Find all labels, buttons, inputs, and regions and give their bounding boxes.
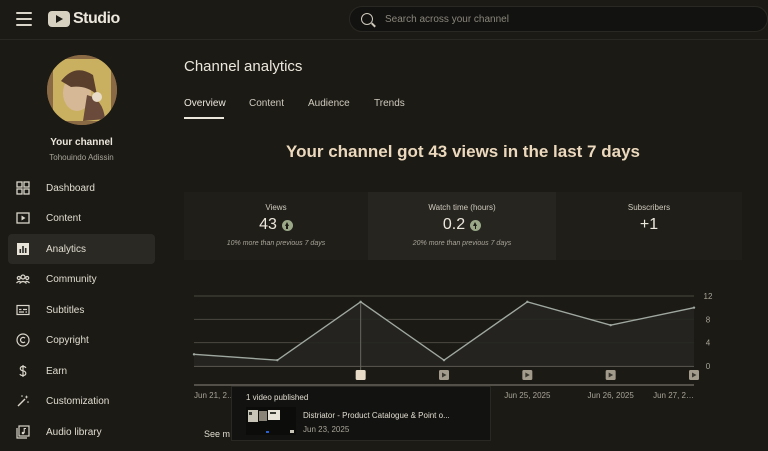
sidebar-item-label: Dashboard xyxy=(46,182,95,194)
metric-label: Watch time (hours) xyxy=(428,203,496,212)
metric-value-row: 0.2 xyxy=(368,216,556,234)
sidebar-item-customization[interactable]: Customization xyxy=(8,386,155,416)
search-input[interactable] xyxy=(385,10,745,28)
sidebar-item-label: Audio library xyxy=(46,426,102,438)
data-point xyxy=(526,300,529,304)
metric-label: Subscribers xyxy=(627,203,671,212)
sidebar-item-copyright[interactable]: Copyright xyxy=(8,325,155,355)
sidebar-item-label: Subtitles xyxy=(46,304,85,316)
sidebar-item-earn[interactable]: Earn xyxy=(8,356,155,386)
copyright-icon xyxy=(16,333,30,347)
sidebar-item-label: Earn xyxy=(46,365,68,377)
x-tick-label: Jun 27, 2… xyxy=(653,391,694,400)
x-tick-label: Jun 26, 2025 xyxy=(588,391,635,400)
channel-avatar[interactable] xyxy=(47,55,117,125)
sidebar-item-label: Copyright xyxy=(46,334,89,346)
video-title[interactable]: Distriator - Product Catalogue & Point o… xyxy=(303,411,450,420)
tab-overview[interactable]: Overview xyxy=(184,98,226,109)
top-bar: Studio xyxy=(0,0,768,40)
metric-subscribers[interactable]: Subscribers +1 xyxy=(556,192,742,260)
summary-headline: Your channel got 43 views in the last 7 … xyxy=(286,142,640,161)
video-thumbnail[interactable] xyxy=(246,407,296,435)
metric-value: +1 xyxy=(639,216,659,233)
tab-audience[interactable]: Audience xyxy=(308,98,350,109)
x-tick-label: Jun 21, 2… xyxy=(194,391,235,400)
y-tick-label: 8 xyxy=(706,315,711,324)
studio-logo[interactable]: Studio xyxy=(48,10,120,28)
sidebar-item-label: Community xyxy=(46,273,97,285)
sidebar-item-subtitles[interactable]: Subtitles xyxy=(8,295,155,325)
data-point xyxy=(192,353,196,356)
metric-watch-time[interactable]: Watch time (hours) 0.2 20% more than pre… xyxy=(368,192,556,260)
metric-note: 10% more than previous 7 days xyxy=(226,240,326,247)
sidebar-item-label: Content xyxy=(46,212,82,224)
data-point xyxy=(442,358,446,362)
y-tick-label: 12 xyxy=(704,292,713,301)
sidebar-item-dashboard[interactable]: Dashboard xyxy=(8,173,155,203)
channel-name: Your channel xyxy=(50,137,113,148)
video-date: Jun 23, 2025 xyxy=(303,425,350,434)
popup-title: 1 video published xyxy=(246,393,309,402)
sidebar-item-label: Analytics xyxy=(46,243,87,255)
data-point xyxy=(276,358,279,362)
metric-value-row: +1 xyxy=(556,216,742,234)
data-point xyxy=(609,323,612,327)
trend-up-icon xyxy=(281,219,293,231)
sidebar-item-community[interactable]: Community xyxy=(8,264,155,294)
trend-up-icon xyxy=(470,219,482,231)
metric-value-row: 43 xyxy=(184,216,368,234)
metric-value: 0.2 xyxy=(442,216,466,233)
tab-content[interactable]: Content xyxy=(249,98,284,109)
series-area xyxy=(194,301,694,366)
subtitles-icon xyxy=(16,304,30,316)
data-point xyxy=(692,306,696,309)
analytics-icon xyxy=(17,243,29,255)
menu-icon[interactable] xyxy=(16,12,32,26)
video-marker-icon xyxy=(355,370,366,380)
published-video-popup[interactable]: 1 video published Distriator - Product C… xyxy=(231,386,491,441)
earn-icon xyxy=(19,365,27,377)
sidebar-item-content[interactable]: Content xyxy=(8,203,155,233)
active-tab-indicator xyxy=(184,117,224,119)
sidebar: Your channel Tohouindo Adissin Dashboard… xyxy=(0,41,163,451)
search-bar[interactable] xyxy=(349,6,768,32)
data-point xyxy=(359,300,362,304)
metric-views[interactable]: Views 43 10% more than previous 7 days xyxy=(184,192,368,260)
sidebar-item-audio-library[interactable]: Audio library xyxy=(8,417,155,447)
community-icon xyxy=(16,274,30,284)
metric-label: Views xyxy=(265,203,287,212)
y-tick-label: 0 xyxy=(706,362,711,371)
sidebar-item-analytics[interactable]: Analytics xyxy=(8,234,155,264)
content-icon xyxy=(16,212,30,224)
dashboard-icon xyxy=(16,181,30,195)
studio-wordmark: Studio xyxy=(73,10,120,27)
channel-handle: Tohouindo Adissin xyxy=(49,153,114,162)
youtube-play-icon xyxy=(48,11,70,27)
x-tick-label: Jun 25, 2025 xyxy=(504,391,551,400)
metric-note: 20% more than previous 7 days xyxy=(412,240,512,247)
see-more-link[interactable]: See m xyxy=(204,429,230,439)
audio-library-icon xyxy=(16,425,30,439)
sidebar-item-label: Customization xyxy=(46,395,110,407)
tab-trends[interactable]: Trends xyxy=(374,98,405,109)
y-tick-label: 4 xyxy=(706,339,711,348)
customization-icon xyxy=(17,395,29,407)
metric-value: 43 xyxy=(259,216,277,233)
page-title: Channel analytics xyxy=(184,58,303,75)
search-icon[interactable] xyxy=(361,13,373,25)
